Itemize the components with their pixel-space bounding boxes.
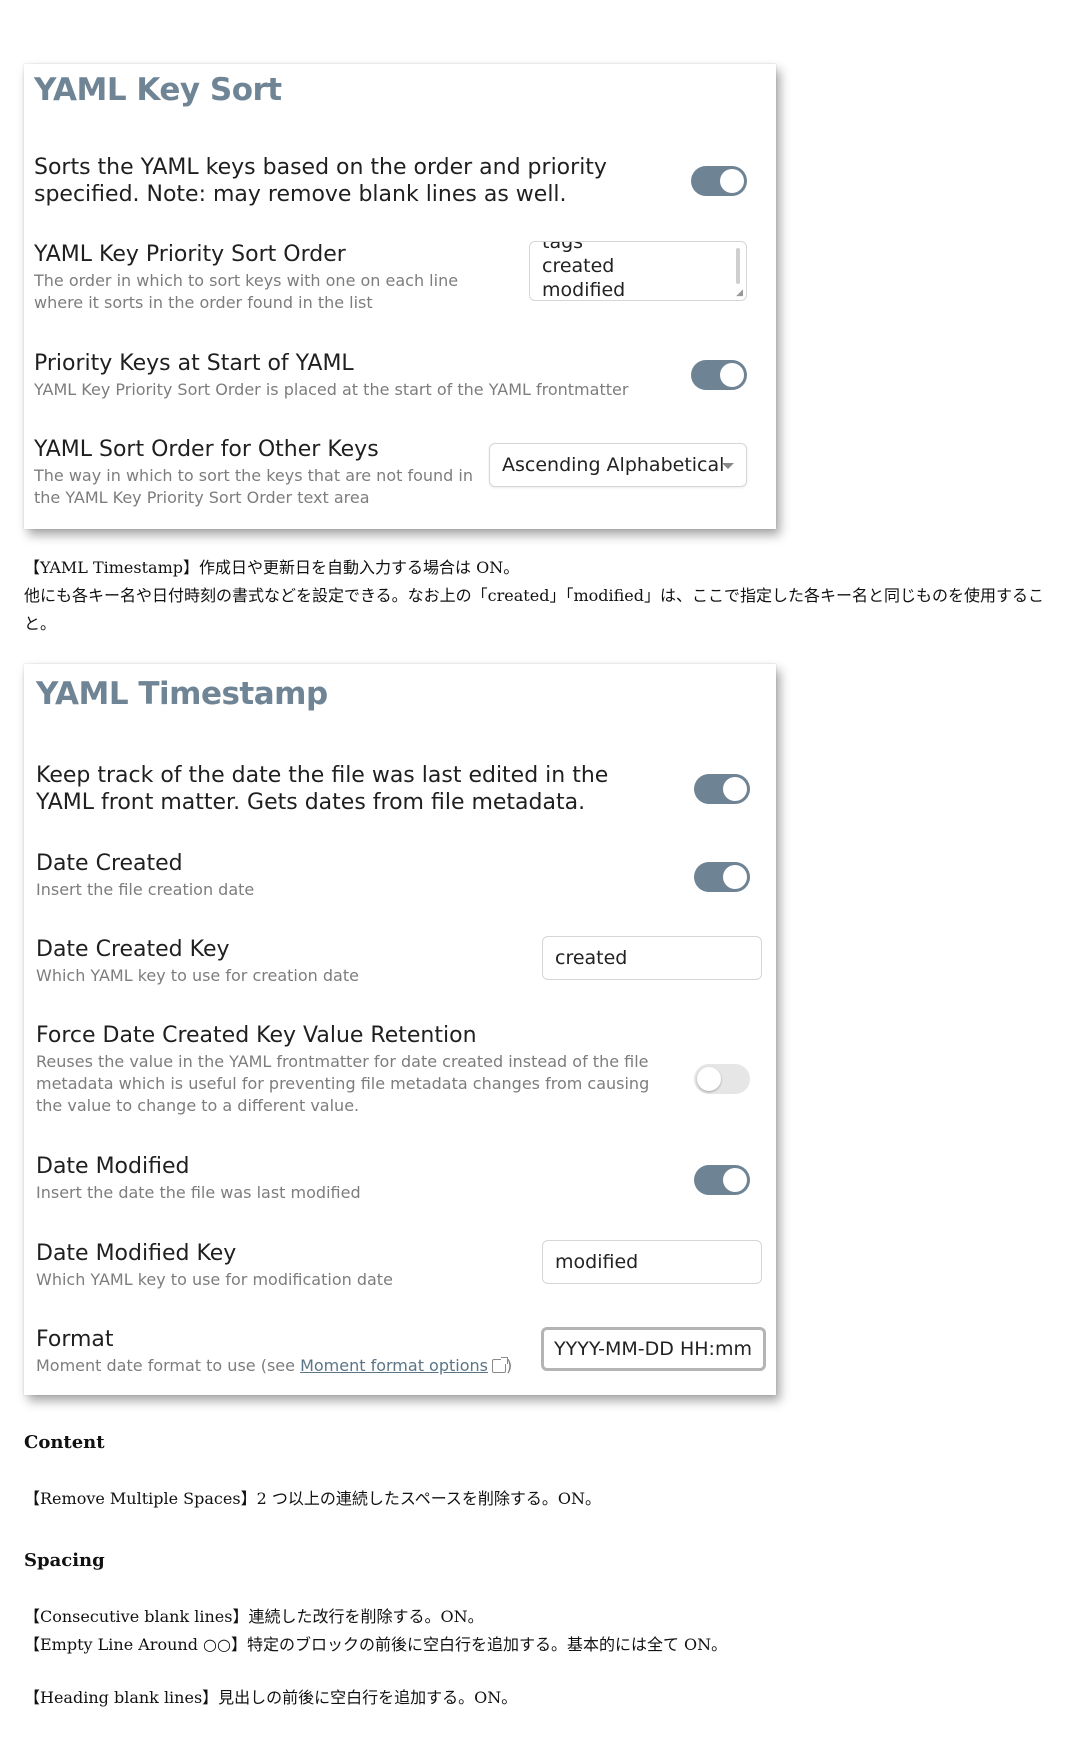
toggle-knob bbox=[723, 1168, 747, 1192]
setting-description: Insert the date the file was last modifi… bbox=[36, 1183, 361, 1202]
textarea-line: created bbox=[542, 255, 615, 277]
setting-name: Keep track of the date the file was last… bbox=[36, 763, 609, 815]
setting-priority-sort-order: YAML Key Priority Sort Order The order i… bbox=[34, 241, 764, 314]
select-value: Ascending Alphabetical bbox=[502, 454, 725, 476]
force-retention-toggle[interactable] bbox=[694, 1064, 750, 1094]
setting-name: Date Created bbox=[36, 851, 183, 876]
date-created-key-input[interactable]: created bbox=[542, 936, 762, 980]
setting-date-created: Date Created Insert the file creation da… bbox=[36, 850, 764, 901]
yaml-timestamp-panel: YAML Timestamp Keep track of the date th… bbox=[24, 664, 776, 1395]
textarea-line: tags bbox=[542, 241, 584, 253]
textarea-line: modified bbox=[542, 279, 626, 301]
priority-keys-start-toggle[interactable] bbox=[691, 360, 747, 390]
timestamp-explanation: 【YAML Timestamp】作成日や更新日を自動入力する場合は ON。 他に… bbox=[24, 554, 1054, 638]
heading-blank-lines-paragraph: 【Heading blank lines】見出しの前後に空白行を追加する。ON。 bbox=[24, 1688, 518, 1707]
spacing-heading: Spacing bbox=[24, 1550, 105, 1571]
setting-force-retention: Force Date Created Key Value Retention R… bbox=[36, 1022, 764, 1117]
setting-description: Reuses the value in the YAML frontmatter… bbox=[36, 1052, 650, 1115]
date-created-toggle[interactable] bbox=[694, 862, 750, 892]
paragraph-line: 他にも各キー名や日付時刻の書式などを設定できる。なお上の「created」「mo… bbox=[24, 586, 1044, 633]
setting-name: Sorts the YAML keys based on the order a… bbox=[34, 155, 607, 207]
input-value: created bbox=[555, 947, 628, 969]
setting-date-modified: Date Modified Insert the date the file w… bbox=[36, 1153, 764, 1204]
setting-sort-order-other-keys: YAML Sort Order for Other Keys The way i… bbox=[34, 436, 764, 509]
desc-prefix: Moment date format to use (see bbox=[36, 1356, 301, 1375]
setting-sort-yaml-keys: Sorts the YAML keys based on the order a… bbox=[34, 154, 764, 208]
keep-track-toggle[interactable] bbox=[694, 774, 750, 804]
toggle-knob bbox=[720, 169, 744, 193]
setting-name: Force Date Created Key Value Retention bbox=[36, 1023, 477, 1048]
setting-description: The way in which to sort the keys that a… bbox=[34, 466, 473, 507]
textarea-scrollbar[interactable] bbox=[736, 248, 740, 284]
content-paragraph: 【Remove Multiple Spaces】2 つ以上の連続したスペースを削… bbox=[24, 1489, 602, 1508]
resize-grip-icon[interactable]: ◢ bbox=[736, 288, 743, 298]
setting-description: Insert the file creation date bbox=[36, 880, 255, 899]
paragraph-line: 【YAML Timestamp】作成日や更新日を自動入力する場合は ON。 bbox=[24, 558, 520, 577]
date-modified-toggle[interactable] bbox=[694, 1165, 750, 1195]
input-value: modified bbox=[555, 1251, 639, 1273]
setting-name: Date Modified bbox=[36, 1154, 190, 1179]
toggle-knob bbox=[697, 1067, 721, 1091]
setting-description: The order in which to sort keys with one… bbox=[34, 271, 459, 312]
setting-date-created-key: Date Created Key Which YAML key to use f… bbox=[36, 936, 776, 987]
toggle-knob bbox=[723, 777, 747, 801]
setting-description: YAML Key Priority Sort Order is placed a… bbox=[34, 380, 629, 399]
setting-priority-keys-start: Priority Keys at Start of YAML YAML Key … bbox=[34, 350, 764, 401]
setting-keep-track: Keep track of the date the file was last… bbox=[36, 762, 764, 816]
chevron-down-icon bbox=[722, 463, 734, 469]
spacing-paragraph: 【Consecutive blank lines】連続した改行を削除する。ON。… bbox=[24, 1603, 1054, 1659]
setting-format: Format Moment date format to use (see Mo… bbox=[36, 1326, 776, 1377]
toggle-knob bbox=[720, 363, 744, 387]
toggle-knob bbox=[723, 865, 747, 889]
setting-date-modified-key: Date Modified Key Which YAML key to use … bbox=[36, 1240, 776, 1291]
priority-sort-order-textarea[interactable]: tags created modified ◢ bbox=[529, 241, 747, 301]
paragraph-line: 【Empty Line Around ○○】特定のブロックの前後に空白行を追加す… bbox=[24, 1635, 728, 1654]
yaml-timestamp-title: YAML Timestamp bbox=[36, 676, 328, 712]
paragraph-line: 【Consecutive blank lines】連続した改行を削除する。ON。 bbox=[24, 1607, 484, 1626]
setting-name: Priority Keys at Start of YAML bbox=[34, 351, 354, 376]
sort-yaml-keys-toggle[interactable] bbox=[691, 166, 747, 196]
yaml-key-sort-panel: YAML Key Sort Sorts the YAML keys based … bbox=[24, 64, 776, 529]
yaml-key-sort-title: YAML Key Sort bbox=[34, 72, 282, 108]
date-modified-key-input[interactable]: modified bbox=[542, 1240, 762, 1284]
content-heading: Content bbox=[24, 1432, 105, 1453]
input-value: YYYY-MM-DD HH:mm bbox=[554, 1338, 752, 1360]
external-link-icon[interactable] bbox=[491, 1357, 508, 1373]
moment-format-link[interactable]: Moment format options bbox=[300, 1356, 488, 1375]
format-input[interactable]: YYYY-MM-DD HH:mm bbox=[541, 1327, 766, 1371]
other-keys-sort-select[interactable]: Ascending Alphabetical bbox=[489, 443, 747, 487]
